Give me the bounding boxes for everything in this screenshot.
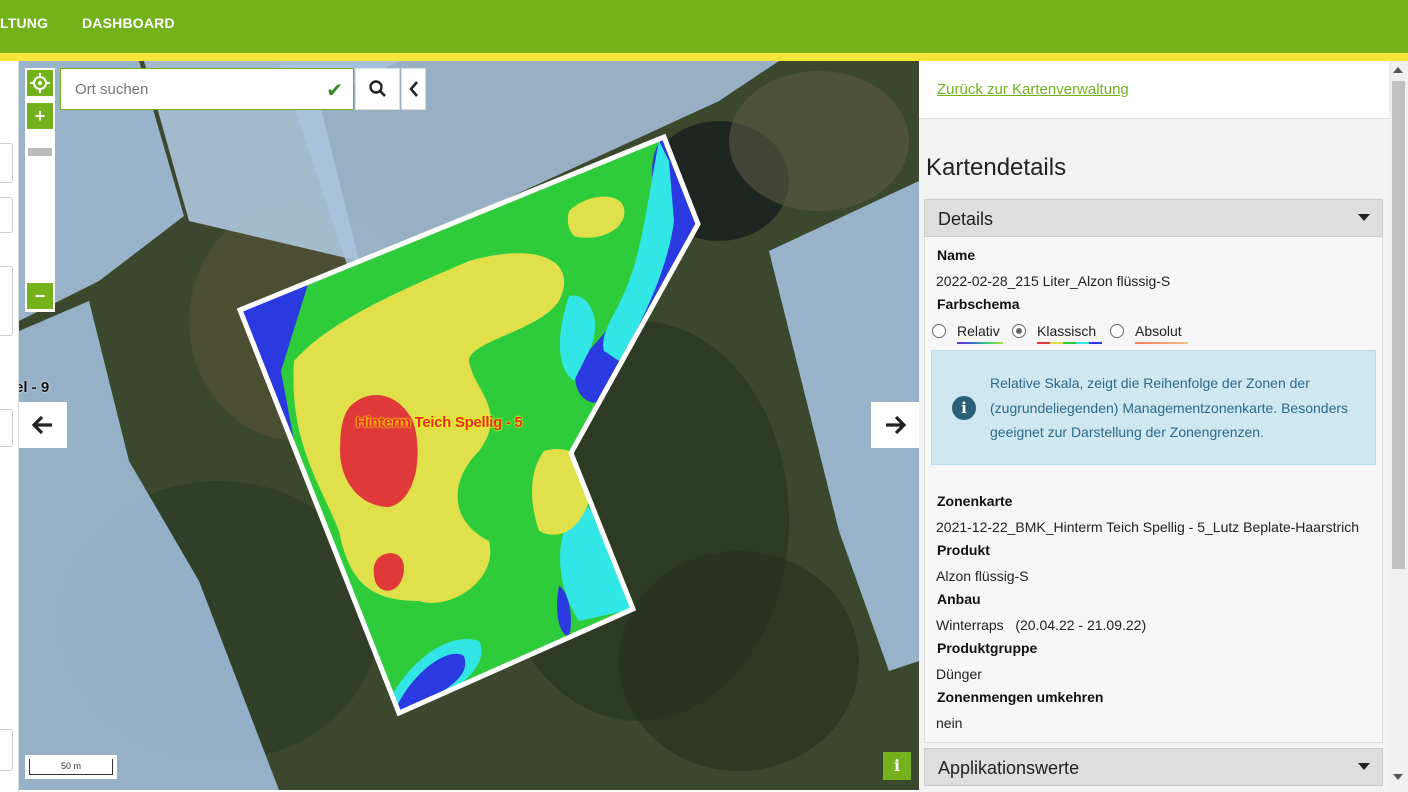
product-group-label: Produktgruppe <box>937 640 1038 656</box>
name-label: Name <box>937 247 976 263</box>
collapse-search-button[interactable] <box>401 68 426 110</box>
product-group-value: Dünger <box>936 666 982 682</box>
radio-relativ[interactable]: Relativ <box>932 323 1000 339</box>
details-accordion-header[interactable]: Details <box>924 199 1383 237</box>
map-details-panel: Zurück zur Kartenverwaltung Kartendetail… <box>919 61 1389 792</box>
relativ-gradient <box>957 342 1003 344</box>
details-accordion-body: Name 2022-02-28_215 Liter_Alzon flüssig-… <box>924 237 1383 743</box>
info-icon: i <box>952 396 976 420</box>
page-title: Kartendetails <box>926 154 1067 181</box>
crop-value: Winterraps (20.04.22 - 21.09.22) <box>936 617 1147 633</box>
caret-down-icon <box>1358 763 1370 770</box>
product-value: Alzon flüssig-S <box>936 568 1029 584</box>
zoom-slider-handle[interactable] <box>28 148 52 156</box>
details-header-label: Details <box>938 209 994 229</box>
zone-map-value: 2021-12-22_BMK_Hinterm Teich Spellig - 5… <box>936 519 1360 535</box>
search-input[interactable] <box>61 69 311 109</box>
color-scheme-label: Farbschema <box>937 296 1020 312</box>
crop-label: Anbau <box>937 591 981 607</box>
scale-bar: 50 m <box>25 755 117 779</box>
scroll-down-icon[interactable] <box>1393 774 1403 780</box>
search-icon <box>368 80 386 97</box>
product-label: Produkt <box>937 542 990 558</box>
nav-item-dashboard[interactable]: DASHBOARD <box>82 15 175 31</box>
radio-absolut[interactable]: Absolut <box>1110 323 1182 339</box>
previous-map-button[interactable] <box>19 402 67 448</box>
nav-item-verwaltung[interactable]: LTUNG <box>0 15 48 31</box>
next-map-button[interactable] <box>871 402 919 448</box>
left-panel-box[interactable] <box>0 729 13 771</box>
color-scheme-info-text: Relative Skala, zeigt die Reihenfolge de… <box>990 375 1349 440</box>
radio-klassisch[interactable]: Klassisch <box>1012 323 1096 339</box>
panel-scrollbar[interactable] <box>1389 61 1408 792</box>
left-panel-box[interactable] <box>0 143 13 183</box>
invert-zones-value: nein <box>936 715 963 731</box>
scrollbar-thumb[interactable] <box>1392 81 1405 569</box>
top-accent-stripe <box>0 53 1408 61</box>
color-scheme-info-box: i Relative Skala, zeigt die Reihenfolge … <box>931 350 1376 465</box>
name-value: 2022-02-28_215 Liter_Alzon flüssig-S <box>936 273 1171 289</box>
zoom-control: + − <box>25 68 55 312</box>
check-icon[interactable]: ✔ <box>326 78 343 103</box>
application-values-label: Applikationswerte <box>938 758 1080 778</box>
search-button[interactable] <box>355 68 400 110</box>
field-name-label: Hinterm Teich Spellig - 5 <box>356 414 523 431</box>
absolut-gradient <box>1135 342 1188 344</box>
panel-header: Zurück zur Kartenverwaltung <box>919 61 1389 119</box>
location-search: ✔ <box>60 68 354 110</box>
zoom-out-button[interactable]: − <box>27 283 53 309</box>
invert-zones-label: Zonenmengen umkehren <box>937 689 1104 705</box>
zone-map-label: Zonenkarte <box>937 493 1013 509</box>
chevron-left-icon <box>408 81 418 97</box>
crosshair-icon <box>30 73 50 93</box>
arrow-right-icon <box>886 415 907 435</box>
caret-down-icon <box>1358 214 1370 221</box>
scale-label: 50 m <box>60 761 81 771</box>
scroll-up-icon[interactable] <box>1393 67 1403 73</box>
locate-button[interactable] <box>27 70 53 96</box>
klassisch-gradient <box>1037 342 1102 344</box>
map-view[interactable]: el - 9 Hinterm Teich Spellig - 5 <box>19 61 919 790</box>
left-panel-box[interactable] <box>0 409 13 447</box>
left-panel-box[interactable] <box>0 197 13 233</box>
arrow-left-icon <box>31 415 52 435</box>
left-panel-box[interactable] <box>0 266 13 336</box>
neighbor-field-label: el - 9 <box>19 379 50 396</box>
application-values-accordion-header[interactable]: Applikationswerte <box>924 748 1383 786</box>
collapsed-left-panel <box>0 61 19 792</box>
zoom-in-button[interactable]: + <box>27 103 53 129</box>
top-navigation-bar: LTUNG DASHBOARD <box>0 0 1408 53</box>
back-to-map-management-link[interactable]: Zurück zur Kartenverwaltung <box>937 81 1129 98</box>
map-info-button[interactable]: i <box>883 752 911 780</box>
